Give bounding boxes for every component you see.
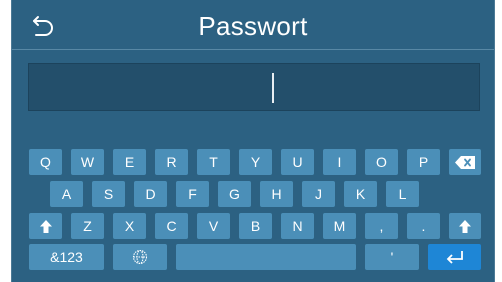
key-label: H [271,186,282,202]
key-label: N [292,218,303,234]
enter-icon [446,251,463,264]
key-k[interactable]: K [344,181,377,207]
key-z[interactable]: Z [71,213,104,239]
globe-icon [132,249,148,265]
key-label: L [398,186,407,202]
password-field[interactable] [28,63,480,111]
shift-icon [39,219,52,233]
numbers-symbols-key[interactable]: &123 [29,244,104,270]
key-d[interactable]: D [134,181,167,207]
key-label: A [61,186,72,202]
key-label: &123 [50,249,83,265]
key-t[interactable]: T [197,149,230,175]
key-e[interactable]: E [113,149,146,175]
key-label: E [124,154,135,170]
key-label: B [250,218,261,234]
key-label: P [418,154,429,170]
key-label: O [376,154,387,170]
key-m[interactable]: M [323,213,356,239]
text-cursor [272,73,274,103]
key-label: I [337,154,342,170]
key-label: ' [390,249,394,265]
backspace-key[interactable] [449,149,481,175]
key-comma[interactable]: , [365,213,398,239]
key-n[interactable]: N [281,213,314,239]
key-label: V [208,218,219,234]
header: Passwort [12,0,494,50]
key-label: F [188,186,197,202]
key-period[interactable]: . [407,213,440,239]
key-b[interactable]: B [239,213,272,239]
key-p[interactable]: P [407,149,440,175]
key-x[interactable]: X [113,213,146,239]
key-h[interactable]: H [260,181,293,207]
key-label: C [166,218,177,234]
key-label: T [209,154,218,170]
language-key[interactable] [113,244,167,270]
key-label: X [124,218,135,234]
page-title: Passwort [198,11,308,41]
key-w[interactable]: W [71,149,104,175]
key-label: Z [83,218,92,234]
shift-icon [459,219,471,233]
key-label: R [166,154,177,170]
key-a[interactable]: A [50,181,83,207]
key-r[interactable]: R [155,149,188,175]
key-i[interactable]: I [323,149,356,175]
key-q[interactable]: Q [29,149,62,175]
key-y[interactable]: Y [239,149,272,175]
key-label: J [315,186,322,202]
key-label: , [379,218,384,234]
key-s[interactable]: S [92,181,125,207]
key-l[interactable]: L [386,181,419,207]
key-g[interactable]: G [218,181,251,207]
key-label: G [229,186,240,202]
key-label: D [145,186,156,202]
key-label: Q [40,154,51,170]
key-apostrophe[interactable]: ' [365,244,419,270]
key-label: W [80,154,95,170]
space-key[interactable] [176,244,356,270]
backspace-icon [455,155,475,169]
key-o[interactable]: O [365,149,398,175]
key-label: Y [250,154,261,170]
key-label: U [292,154,303,170]
shift-key-left[interactable] [29,213,62,239]
key-label: M [333,218,346,234]
key-label: K [355,186,366,202]
password-screen: Passwort Q W E R T Y U I O P A S D F G H… [11,0,495,282]
key-j[interactable]: J [302,181,335,207]
key-label: . [421,218,426,234]
password-input[interactable] [29,64,479,110]
key-v[interactable]: V [197,213,230,239]
key-c[interactable]: C [155,213,188,239]
key-f[interactable]: F [176,181,209,207]
key-label: S [103,186,114,202]
enter-key[interactable] [428,244,481,270]
shift-key-right[interactable] [449,213,481,239]
key-u[interactable]: U [281,149,314,175]
